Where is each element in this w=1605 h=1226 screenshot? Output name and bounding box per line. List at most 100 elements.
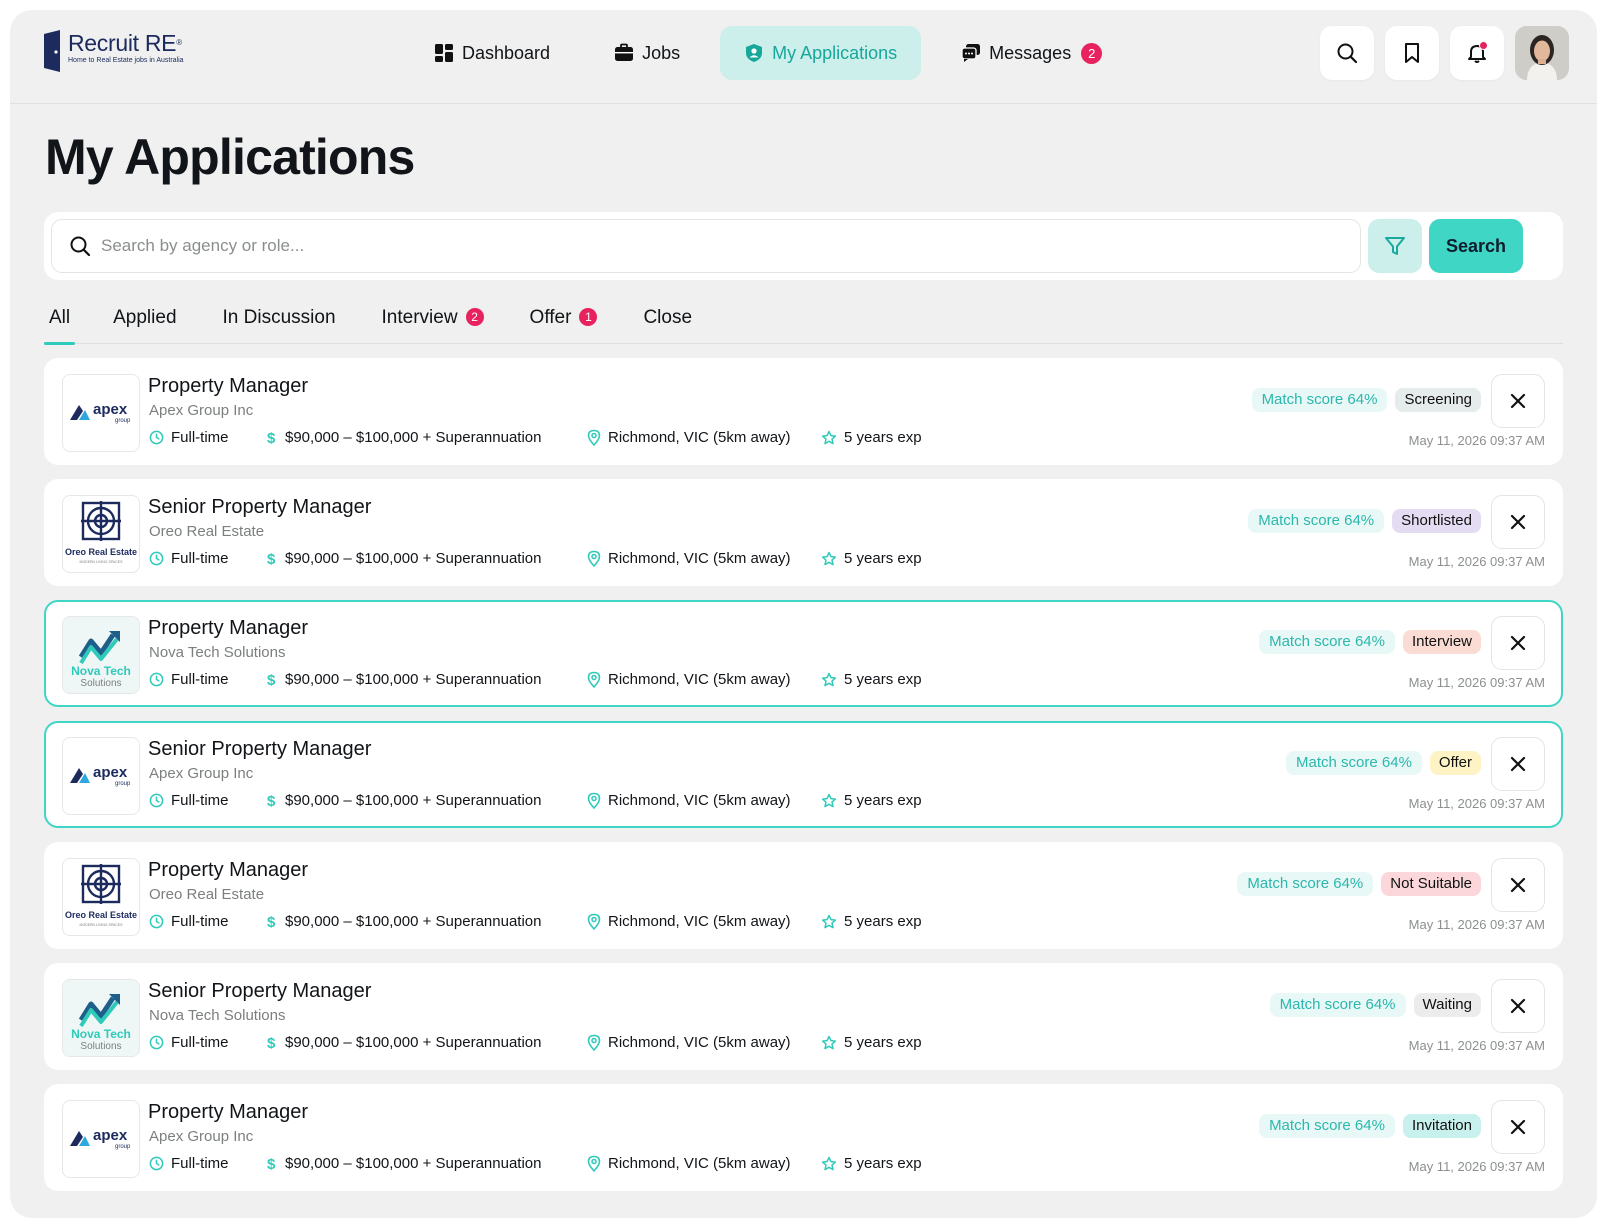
clock-icon (149, 551, 164, 566)
company-name: Nova Tech Solutions (149, 1007, 286, 1024)
nav-messages[interactable]: Messages 2 (937, 26, 1126, 80)
brand-logo[interactable]: Recruit RE® Home to Real Estate jobs in … (44, 30, 184, 72)
application-card[interactable]: apex group Senior Property Manager Apex G… (44, 721, 1563, 828)
close-icon (1510, 514, 1526, 530)
salary-text: $90,000 – $100,000 + Superannuation (285, 671, 542, 688)
applied-date: May 11, 2026 09:37 AM (1408, 675, 1545, 690)
dollar-icon: $ (267, 914, 276, 930)
withdraw-button[interactable] (1491, 858, 1545, 912)
withdraw-button[interactable] (1491, 374, 1545, 428)
application-card[interactable]: Oreo Real Estate MODERN LIVING SPACES Sen… (44, 479, 1563, 586)
job-meta: Full-time $ $90,000 – $100,000 + Superan… (149, 913, 922, 930)
employment-type: Full-time (149, 550, 266, 567)
withdraw-button[interactable] (1491, 1100, 1545, 1154)
dollar-icon: $ (267, 1035, 276, 1051)
company-name: Apex Group Inc (149, 1128, 254, 1145)
location-text: Richmond, VIC (5km away) (608, 1155, 791, 1172)
tab-offer[interactable]: Offer 1 (525, 302, 603, 344)
star-icon (821, 793, 837, 807)
experience-text: 5 years exp (844, 671, 922, 688)
salary-text: $90,000 – $100,000 + Superannuation (285, 792, 542, 809)
star-icon (821, 1156, 837, 1170)
application-card[interactable]: apex group Property Manager Apex Group In… (44, 1084, 1563, 1191)
nav-my-applications[interactable]: My Applications (720, 26, 922, 80)
filter-button[interactable] (1368, 219, 1422, 273)
brand-name: Recruit RE® (68, 30, 182, 56)
apex-logo-icon: apexgroup (70, 1127, 131, 1150)
company-logo: Nova Tech Solutions (62, 616, 140, 694)
app-window: Recruit RE® Home to Real Estate jobs in … (10, 10, 1597, 1218)
salary: $ $90,000 – $100,000 + Superannuation (266, 1155, 587, 1172)
notifications-button[interactable] (1450, 26, 1504, 80)
company-logo: apex group (62, 737, 140, 815)
search-field[interactable] (51, 219, 1361, 273)
match-score-badge: Match score 64% (1248, 509, 1385, 533)
application-card[interactable]: Oreo Real Estate MODERN LIVING SPACES Pro… (44, 842, 1563, 949)
experience: 5 years exp (821, 792, 922, 809)
logo-subtext: Solutions (80, 678, 121, 689)
tab-close[interactable]: Close (638, 302, 697, 344)
experience: 5 years exp (821, 913, 922, 930)
header-tools (1320, 26, 1569, 80)
company-name: Apex Group Inc (149, 765, 254, 782)
clock-icon (149, 914, 164, 929)
page-title: My Applications (45, 129, 415, 185)
nav-jobs[interactable]: Jobs (590, 26, 704, 80)
top-navigation: Recruit RE® Home to Real Estate jobs in … (10, 10, 1597, 104)
main-nav: Dashboard Jobs My Applications Messages … (410, 26, 1142, 80)
offer-count-badge: 1 (579, 308, 598, 326)
card-badges: Match score 64% Waiting (1269, 993, 1481, 1017)
employment-type-text: Full-time (171, 550, 229, 567)
tab-label: All (49, 307, 71, 328)
svg-text:$: $ (267, 1035, 276, 1051)
unread-notification-dot (1479, 41, 1488, 50)
salary: $ $90,000 – $100,000 + Superannuation (266, 913, 587, 930)
saved-jobs-button[interactable] (1385, 26, 1439, 80)
clock-icon (149, 793, 164, 808)
messages-count-badge: 2 (1081, 42, 1103, 64)
status-badge: Invitation (1402, 1114, 1481, 1138)
map-pin-icon (587, 429, 601, 446)
application-card[interactable]: Nova Tech Solutions Senior Property Manag… (44, 963, 1563, 1070)
job-title: Senior Property Manager (148, 980, 372, 1002)
job-title: Property Manager (148, 617, 309, 639)
card-actions: Match score 64% Not Suitable (1237, 858, 1545, 912)
map-pin-icon (587, 550, 601, 567)
star-icon (821, 430, 837, 444)
card-actions: Match score 64% Invitation (1259, 1100, 1545, 1154)
salary: $ $90,000 – $100,000 + Superannuation (266, 429, 587, 446)
application-card[interactable]: apex group Property Manager Apex Group In… (44, 358, 1563, 465)
experience: 5 years exp (821, 1034, 922, 1051)
status-tabs: All Applied In Discussion Interview 2 Of… (44, 302, 1563, 345)
search-input[interactable] (101, 236, 1301, 256)
withdraw-button[interactable] (1491, 495, 1545, 549)
map-pin-icon (587, 792, 601, 809)
nav-dashboard[interactable]: Dashboard (410, 26, 574, 80)
tab-all[interactable]: All (44, 302, 76, 345)
tab-applied[interactable]: Applied (108, 302, 181, 344)
application-card[interactable]: Nova Tech Solutions Property Manager Nova… (44, 600, 1563, 707)
svg-text:$: $ (267, 914, 276, 930)
oreo-logo-icon: Oreo Real Estate MODERN LIVING SPACES (65, 501, 137, 564)
user-avatar[interactable] (1515, 26, 1569, 80)
star-icon (821, 914, 837, 928)
tab-in-discussion[interactable]: In Discussion (218, 302, 341, 344)
tab-interview[interactable]: Interview 2 (377, 302, 489, 344)
logo-subtext: MODERN LIVING SPACES (80, 560, 124, 564)
status-badge: Waiting (1413, 993, 1481, 1017)
location: Richmond, VIC (5km away) (587, 429, 821, 446)
job-meta: Full-time $ $90,000 – $100,000 + Superan… (149, 792, 922, 809)
search-button[interactable]: Search (1429, 219, 1523, 273)
salary-text: $90,000 – $100,000 + Superannuation (285, 1155, 542, 1172)
withdraw-button[interactable] (1491, 737, 1545, 791)
withdraw-button[interactable] (1491, 616, 1545, 670)
applied-date: May 11, 2026 09:37 AM (1408, 1159, 1545, 1174)
global-search-button[interactable] (1320, 26, 1374, 80)
card-actions: Match score 64% Interview (1259, 616, 1545, 670)
map-pin-icon (587, 1034, 601, 1051)
location-text: Richmond, VIC (5km away) (608, 429, 791, 446)
dollar-icon: $ (267, 551, 276, 567)
withdraw-button[interactable] (1491, 979, 1545, 1033)
svg-text:$: $ (267, 793, 276, 809)
experience-text: 5 years exp (844, 792, 922, 809)
